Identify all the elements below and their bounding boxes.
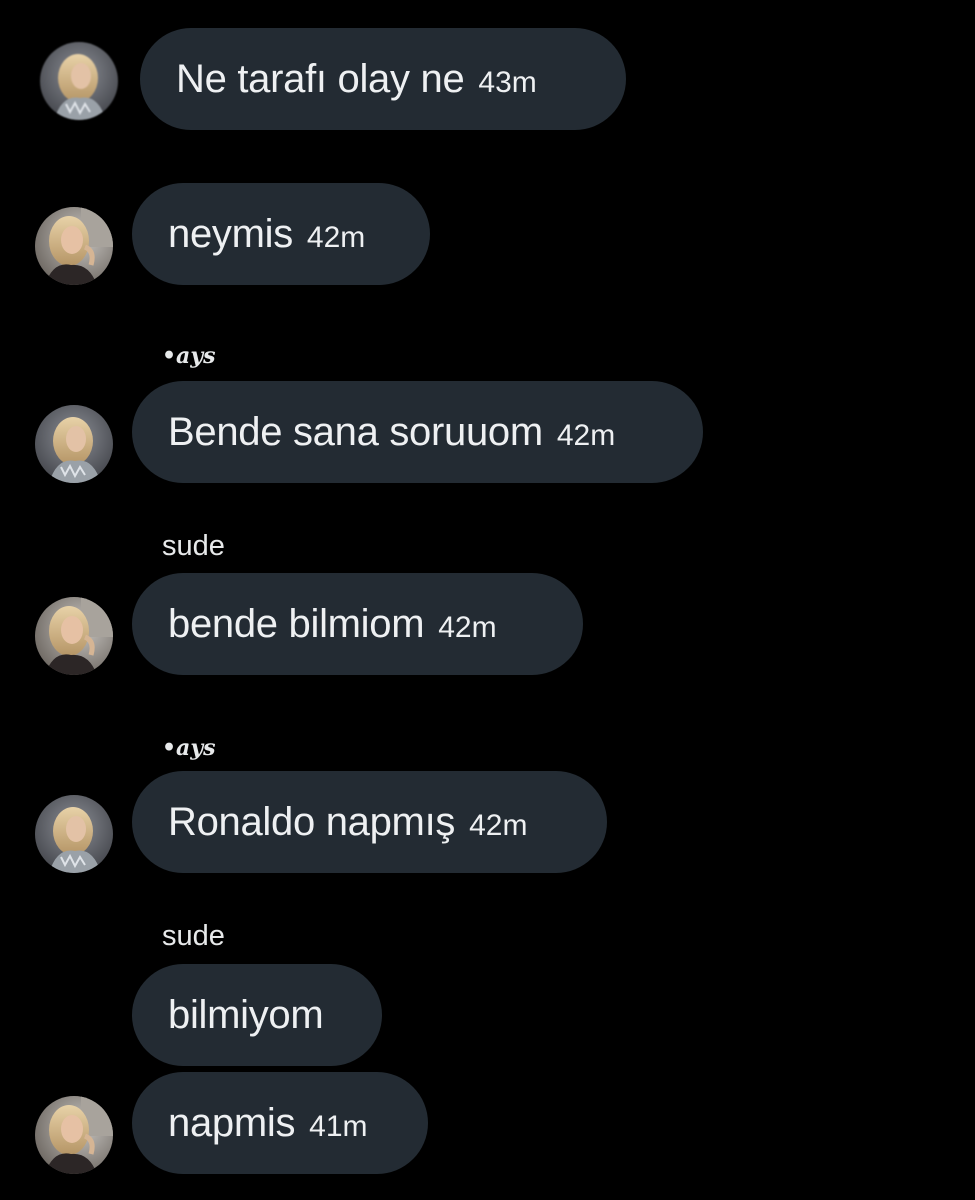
avatar[interactable] xyxy=(35,207,113,285)
avatar-blonde-sparkle-icon xyxy=(35,795,113,873)
sender-name: •ays xyxy=(162,343,216,369)
avatar-blonde-car-icon xyxy=(35,597,113,675)
message-bubble[interactable]: Ne tarafı olay ne 43m xyxy=(140,28,626,130)
avatar-blonde-car-icon xyxy=(35,207,113,285)
avatar-blonde-sparkle-icon xyxy=(35,405,113,483)
sender-name: •ays xyxy=(162,735,216,761)
message-text: Ronaldo napmış xyxy=(168,799,456,844)
message-text: neymis xyxy=(168,211,293,256)
message-text: napmis xyxy=(168,1100,296,1145)
message-time: 42m xyxy=(438,611,497,644)
message-text: bende bilmiom xyxy=(168,601,425,646)
message-bubble[interactable]: neymis 42m xyxy=(132,183,430,285)
message-bubble[interactable]: Bende sana soruuom 42m xyxy=(132,381,703,483)
sender-name: sude xyxy=(162,920,225,952)
avatar-blonde-car-icon xyxy=(35,1096,113,1174)
avatar[interactable] xyxy=(35,405,113,483)
avatar-blonde-sparkle-icon xyxy=(40,42,118,120)
avatar[interactable] xyxy=(40,42,118,120)
message-time: 41m xyxy=(309,1110,368,1143)
message-bubble[interactable]: bende bilmiom 42m xyxy=(132,573,583,675)
avatar[interactable] xyxy=(35,597,113,675)
sender-name: sude xyxy=(162,530,225,562)
message-text: Ne tarafı olay ne xyxy=(176,56,465,101)
message-bubble[interactable]: Ronaldo napmış 42m xyxy=(132,771,607,873)
message-bubble[interactable]: napmis 41m xyxy=(132,1072,428,1174)
message-text: Bende sana soruuom xyxy=(168,409,543,454)
message-time: 42m xyxy=(306,221,366,254)
message-text: bilmiyom xyxy=(168,992,324,1037)
message-bubble[interactable]: bilmiyom xyxy=(132,964,382,1066)
avatar[interactable] xyxy=(35,1096,113,1174)
avatar[interactable] xyxy=(35,795,113,873)
message-time: 43m xyxy=(478,66,537,99)
message-time: 42m xyxy=(469,809,528,842)
message-time: 42m xyxy=(556,419,616,452)
